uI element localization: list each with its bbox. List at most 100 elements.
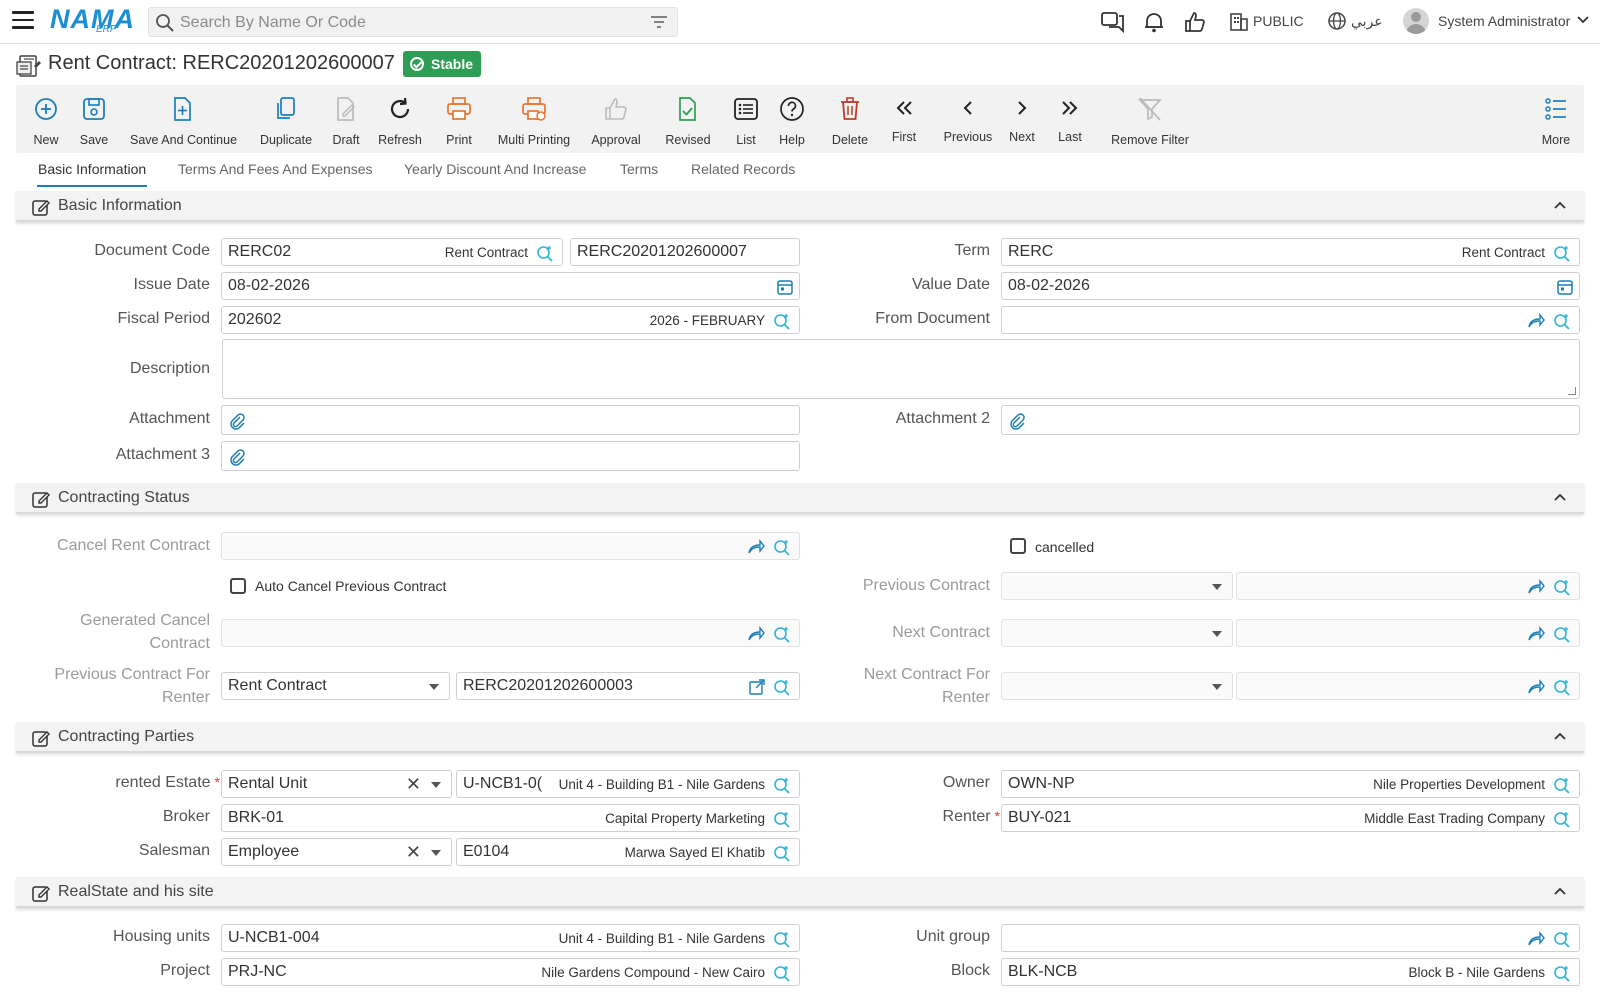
dropdown-caret-icon[interactable] [431,850,441,856]
last-button[interactable]: Last [1052,85,1088,153]
previous-contract-for-renter-field[interactable]: RERC20201202600003 [456,672,800,700]
lookup-search-icon[interactable] [773,679,791,697]
rented-estate-field[interactable]: U-NCB1-0( Unit 4 - Building B1 - Nile Ga… [456,770,800,798]
lookup-search-icon[interactable] [1553,245,1571,263]
tab-terms[interactable]: Terms [620,161,658,177]
lookup-search-icon[interactable] [773,626,791,644]
attachment-field[interactable] [221,405,800,435]
multi-printing-button[interactable]: Multi Printing [494,85,574,153]
description-textarea[interactable] [222,339,1580,399]
dropdown-caret-icon[interactable] [431,782,441,788]
clear-icon[interactable]: ✕ [406,842,421,862]
owner-field[interactable]: OWN-NP Nile Properties Development [1001,770,1580,798]
dropdown-caret-icon[interactable] [1212,584,1222,590]
unit-group-field[interactable] [1001,924,1580,952]
lookup-search-icon[interactable] [773,845,791,863]
lookup-search-icon[interactable] [1553,931,1571,949]
approval-button[interactable]: Approval [588,85,644,153]
calendar-icon[interactable] [777,279,793,295]
lookup-search-icon[interactable] [1553,579,1571,597]
tab-yearly-discount[interactable]: Yearly Discount And Increase [404,161,586,177]
delete-button[interactable]: Delete [828,85,872,153]
app-logo[interactable]: NAMA [50,4,135,34]
issue-date-field[interactable]: 08-02-2026 [221,272,800,300]
paperclip-icon[interactable] [1008,412,1026,430]
lookup-search-icon[interactable] [773,811,791,829]
next-contract-for-renter-type-select[interactable] [1001,672,1233,700]
thumbs-up-icon[interactable] [1184,11,1206,33]
chevron-up-icon[interactable] [1554,887,1566,895]
auto-cancel-checkbox[interactable] [230,578,246,594]
remove-filter-button[interactable]: Remove Filter [1100,85,1200,153]
new-button[interactable]: New [26,85,66,153]
share-arrow-icon[interactable] [1527,626,1545,642]
avatar[interactable] [1403,8,1429,34]
lookup-search-icon[interactable] [773,313,791,331]
project-field[interactable]: PRJ-NC Nile Gardens Compound - New Cairo [221,958,800,986]
broker-field[interactable]: BRK-01 Capital Property Marketing [221,804,800,832]
dropdown-caret-icon[interactable] [429,684,439,690]
section-header-contracting-status[interactable]: Contracting Status [16,483,1584,514]
tab-terms-fees-expenses[interactable]: Terms And Fees And Expenses [178,161,373,177]
building-icon[interactable] [1229,11,1249,31]
paperclip-icon[interactable] [228,412,246,430]
next-contract-for-renter-field[interactable] [1236,672,1580,700]
share-arrow-icon[interactable] [747,539,765,555]
share-arrow-icon[interactable] [1527,313,1545,329]
term-field[interactable]: RERC Rent Contract [1001,238,1580,266]
share-arrow-icon[interactable] [1527,579,1545,595]
next-contract-type-select[interactable] [1001,619,1233,647]
chat-icon[interactable] [1101,11,1125,33]
document-number-field[interactable]: RERC20201202600007 [570,238,800,266]
duplicate-button[interactable]: Duplicate [256,85,316,153]
share-arrow-icon[interactable] [1527,679,1545,695]
lookup-search-icon[interactable] [773,777,791,795]
salesman-field[interactable]: E0104 Marwa Sayed El Khatib [456,838,800,866]
public-label[interactable]: PUBLIC [1253,13,1304,29]
salesman-type-select[interactable]: Employee ✕ [221,838,452,866]
previous-contract-type-select[interactable] [1001,572,1233,600]
paperclip-icon[interactable] [228,448,246,466]
revised-button[interactable]: Revised [660,85,716,153]
housing-units-field[interactable]: U-NCB1-004 Unit 4 - Building B1 - Nile G… [221,924,800,952]
lookup-search-icon[interactable] [1553,777,1571,795]
section-header-realestate[interactable]: RealState and his site [16,877,1584,908]
renter-field[interactable]: BUY-021 Middle East Trading Company [1001,804,1580,832]
more-button[interactable]: More [1538,85,1574,153]
search-input[interactable]: Search By Name Or Code [148,7,678,37]
filter-icon[interactable] [651,15,667,29]
lookup-search-icon[interactable] [773,965,791,983]
attachment-3-field[interactable] [221,441,800,471]
save-and-continue-button[interactable]: Save And Continue [130,85,237,153]
previous-button[interactable]: Previous [938,85,998,153]
user-name[interactable]: System Administrator [1438,13,1570,29]
lookup-search-icon[interactable] [773,539,791,557]
next-button[interactable]: Next [1004,85,1040,153]
chevron-down-icon[interactable] [1577,15,1589,25]
chevron-up-icon[interactable] [1554,732,1566,740]
list-button[interactable]: List [726,85,766,153]
draft-button[interactable]: Draft [326,85,366,153]
tab-related-records[interactable]: Related Records [691,161,795,177]
first-button[interactable]: First [886,85,922,153]
from-document-field[interactable] [1001,306,1580,334]
hamburger-menu-icon[interactable] [12,11,34,31]
previous-contract-for-renter-type-select[interactable]: Rent Contract [221,672,450,700]
dropdown-caret-icon[interactable] [1212,684,1222,690]
lookup-search-icon[interactable] [773,931,791,949]
lookup-search-icon[interactable] [536,245,554,263]
refresh-button[interactable]: Refresh [375,85,425,153]
attachment-2-field[interactable] [1001,405,1580,435]
section-header-contracting-parties[interactable]: Contracting Parties [16,722,1584,753]
resize-handle[interactable] [1568,387,1576,395]
chevron-up-icon[interactable] [1554,493,1566,501]
dropdown-caret-icon[interactable] [1212,631,1222,637]
share-arrow-icon[interactable] [747,626,765,642]
lookup-search-icon[interactable] [1553,626,1571,644]
lookup-search-icon[interactable] [1553,313,1571,331]
help-button[interactable]: Help [772,85,812,153]
generated-cancel-contract-field[interactable] [221,619,800,647]
save-button[interactable]: Save [74,85,114,153]
next-contract-field[interactable] [1236,619,1580,647]
print-button[interactable]: Print [439,85,479,153]
